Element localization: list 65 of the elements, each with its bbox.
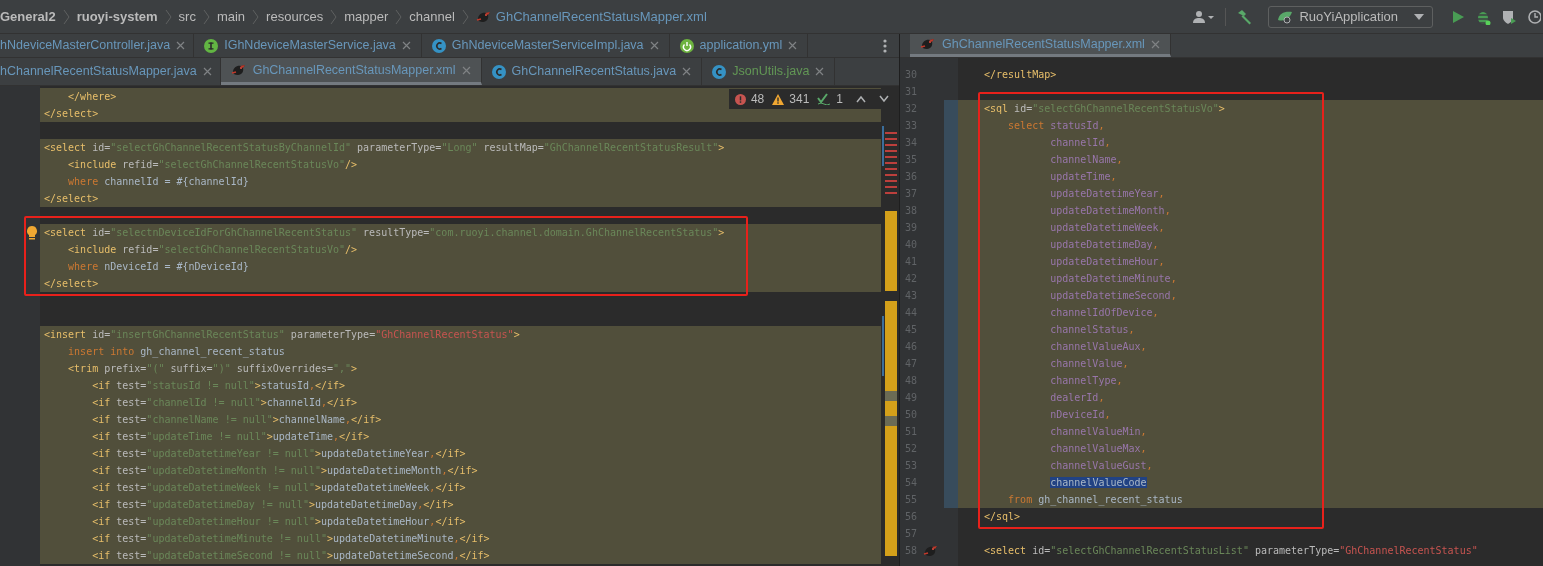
editor-tab[interactable]: GhChannelRecentStatusMapper.xml	[220, 58, 482, 85]
chevron-up-icon[interactable]	[856, 95, 866, 103]
code-line: </resultMap>	[983, 68, 1058, 82]
warning-icon	[772, 93, 785, 105]
class-icon	[491, 64, 506, 79]
chevron-icon	[460, 8, 470, 25]
editor-tab[interactable]: hNdeviceMasterController.java	[0, 34, 195, 57]
warning-count: 341	[789, 91, 810, 108]
editor-tab[interactable]: IGhNdeviceMasterService.java	[194, 34, 422, 57]
run-icon[interactable]	[1451, 9, 1465, 24]
close-icon	[461, 65, 471, 75]
breadcrumb-item[interactable]: mapper	[338, 6, 395, 27]
chevron-icon	[251, 8, 261, 25]
more-icon[interactable]	[883, 39, 887, 53]
hammer-icon[interactable]	[1236, 8, 1253, 25]
clock-icon[interactable]	[1527, 8, 1541, 25]
error-icon	[734, 93, 746, 105]
breadcrumb-item[interactable]: resources	[260, 6, 330, 27]
breadcrumb-item[interactable]: src	[172, 6, 202, 27]
shield-icon[interactable]	[1501, 8, 1517, 25]
check-icon	[817, 93, 832, 105]
caret-icon	[1414, 13, 1424, 20]
chevron-icon	[394, 8, 404, 25]
close-icon	[401, 41, 411, 50]
editor-tab[interactable]: application.yml	[669, 34, 809, 57]
change-marker	[944, 100, 958, 117]
editor-tab[interactable]: GhChannelRecentStatus.java	[481, 58, 703, 85]
bird-icon	[475, 9, 492, 24]
bird-icon	[920, 37, 936, 51]
typo-count: 1	[836, 91, 843, 108]
change-marker	[944, 491, 958, 508]
interface-icon	[204, 38, 219, 53]
lightbulb-icon	[26, 225, 38, 240]
breadcrumb-item[interactable]: main	[210, 6, 252, 27]
class-icon	[431, 38, 446, 53]
class-icon	[712, 64, 727, 79]
breadcrumb-item[interactable]: GhChannelRecentStatusMapper.xml	[469, 6, 713, 27]
close-icon	[202, 67, 212, 76]
editor-tab[interactable]: GhNdeviceMasterServiceImpl.java	[421, 34, 670, 57]
breadcrumb-item[interactable]: channel	[403, 6, 461, 27]
editor-tab[interactable]: JsonUtils.java	[702, 58, 836, 85]
close-icon	[649, 41, 659, 50]
code-line: </sql>	[983, 510, 1022, 524]
editor-tab[interactable]: hChannelRecentStatusMapper.java	[0, 58, 221, 85]
chevron-icon	[61, 8, 71, 25]
code-line: <select id="selectGhChannelRecentStatusList" parameterType="GhChannelRecentStatus"	[983, 544, 1479, 558]
close-icon	[788, 41, 798, 50]
bird-icon	[230, 63, 247, 77]
close-icon	[682, 67, 692, 76]
editor-tab[interactable]: GhChannelRecentStatusMapper.xml	[910, 34, 1171, 57]
account-icon[interactable]	[1193, 9, 1216, 24]
chevron-icon	[201, 8, 211, 25]
leaf-icon	[1277, 9, 1294, 24]
breadcrumb-item[interactable]: General2	[0, 6, 62, 27]
run-configuration-dropdown[interactable]: RuoYiApplication	[1268, 5, 1433, 28]
close-icon	[815, 67, 825, 76]
chevron-icon	[329, 8, 339, 25]
power-icon	[679, 38, 694, 53]
close-icon	[176, 41, 186, 50]
breadcrumb-item[interactable]: ruoyi-system	[70, 6, 164, 27]
close-icon	[1150, 39, 1160, 49]
chevron-icon	[163, 8, 173, 25]
chevron-down-icon[interactable]	[879, 95, 889, 103]
bird-icon	[923, 543, 940, 558]
error-count: 48	[750, 91, 765, 108]
